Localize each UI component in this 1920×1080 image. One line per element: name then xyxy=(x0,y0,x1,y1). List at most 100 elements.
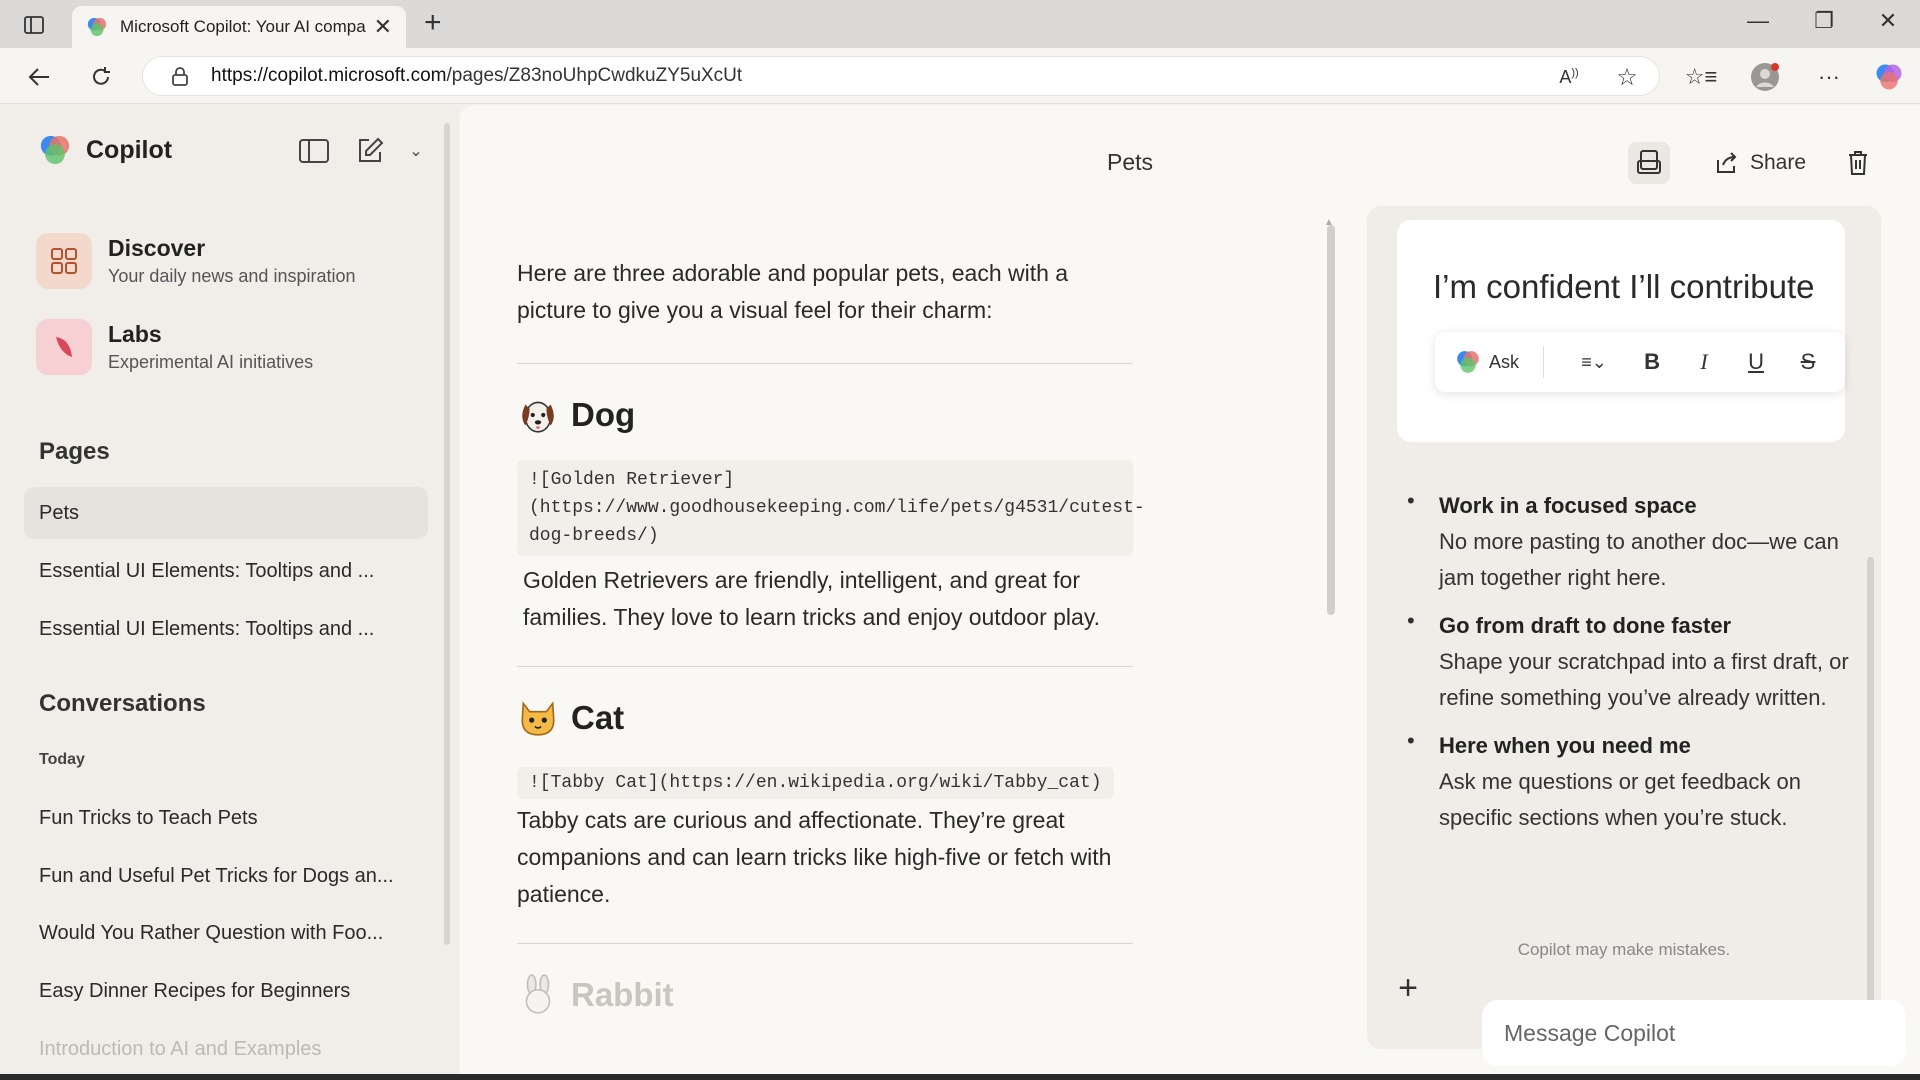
favorite-star-icon[interactable]: ☆ xyxy=(1610,60,1644,94)
cat-emoji-icon xyxy=(521,701,555,736)
bold-button[interactable]: B xyxy=(1632,342,1672,382)
divider xyxy=(517,363,1133,364)
url-field[interactable]: https://copilot.microsoft.com/pages/Z83n… xyxy=(142,56,1660,96)
browser-tab[interactable]: Microsoft Copilot: Your AI compa ✕ xyxy=(72,6,406,48)
dog-heading: Dog xyxy=(517,392,1133,438)
copilot-favicon-icon xyxy=(87,17,107,37)
share-button[interactable]: Share xyxy=(1710,142,1810,184)
italic-button[interactable]: I xyxy=(1684,342,1724,382)
tab-title: Microsoft Copilot: Your AI compa xyxy=(120,17,366,36)
minimize-icon[interactable]: — xyxy=(1738,8,1778,34)
restore-icon[interactable]: ❐ xyxy=(1804,8,1844,34)
new-tab-button[interactable]: + xyxy=(424,8,442,38)
labs-icon xyxy=(36,319,92,375)
message-input[interactable]: Message Copilot xyxy=(1482,1000,1906,1066)
back-icon[interactable] xyxy=(22,60,56,94)
divider xyxy=(517,666,1133,667)
page-title: Pets xyxy=(1106,149,1154,175)
address-bar-row: https://copilot.microsoft.com/pages/Z83n… xyxy=(0,48,1920,104)
read-aloud-icon[interactable]: A)) xyxy=(1552,60,1586,94)
main-content: Pets Share ▲ Here are three adorable and… xyxy=(460,105,1920,1080)
conversation-item[interactable]: Introduction to AI and Examples xyxy=(24,1023,428,1075)
chevron-down-icon[interactable]: ⌄ xyxy=(398,133,434,169)
bullet-description: Shape your scratchpad into a first draft… xyxy=(1439,649,1849,710)
disclaimer-text: Copilot may make mistakes. xyxy=(1517,940,1731,959)
tab-actions-icon[interactable] xyxy=(14,10,54,40)
cat-image-markdown: ![Tabby Cat](https://en.wikipedia.org/wi… xyxy=(517,767,1114,799)
rabbit-heading: Rabbit xyxy=(517,972,1133,1018)
bullet-title: Here when you need me xyxy=(1439,733,1691,758)
page-item-pets[interactable]: Pets xyxy=(24,487,428,539)
strikethrough-button[interactable]: S xyxy=(1788,342,1828,382)
copilot-mini-icon xyxy=(1457,351,1479,373)
toggle-sidebar-icon[interactable] xyxy=(296,133,332,169)
divider xyxy=(517,943,1133,944)
conversations-heading: Conversations xyxy=(39,690,206,717)
favorites-list-icon[interactable]: ☆≡ xyxy=(1684,60,1718,94)
cat-title: Cat xyxy=(571,699,625,736)
panel-scrollbar[interactable] xyxy=(1867,557,1874,1035)
browser-tab-bar: Microsoft Copilot: Your AI compa ✕ + — ❐… xyxy=(0,0,1920,48)
today-label: Today xyxy=(39,751,85,768)
discover-icon xyxy=(36,233,92,289)
share-icon xyxy=(1716,152,1737,173)
intro-paragraph: Here are three adorable and popular pets… xyxy=(517,260,1069,323)
bullet-title: Work in a focused space xyxy=(1439,493,1697,518)
dog-image-markdown: ![Golden Retriever](https://www.goodhous… xyxy=(517,460,1145,556)
feature-list: Work in a focused space No more pasting … xyxy=(1401,488,1861,848)
rabbit-emoji-icon xyxy=(525,974,551,1014)
taskbar-edge xyxy=(0,1074,1920,1080)
cat-heading: Cat xyxy=(517,695,1133,741)
discover-title: Discover xyxy=(108,235,206,261)
bullet-description: Ask me questions or get feedback on spec… xyxy=(1439,769,1801,830)
bullet-description: No more pasting to another doc—we can ja… xyxy=(1439,529,1839,590)
lock-icon xyxy=(172,67,188,86)
ask-button[interactable]: Ask xyxy=(1455,349,1519,375)
window-close-icon[interactable]: ✕ xyxy=(1868,8,1908,34)
copilot-sidebar-icon[interactable] xyxy=(1872,60,1906,94)
cat-paragraph: ![Tabby Cat](https://en.wikipedia.org/wi… xyxy=(517,761,1133,913)
page-export-icon[interactable] xyxy=(1628,142,1670,184)
list-item: Work in a focused space No more pasting … xyxy=(1401,488,1861,596)
pages-heading: Pages xyxy=(39,438,110,465)
editor-preview-text: I’m confident I’ll contribute xyxy=(1433,268,1815,305)
new-page-icon[interactable] xyxy=(352,133,388,169)
more-options-icon[interactable]: ··· xyxy=(1812,60,1846,94)
ask-label: Ask xyxy=(1489,351,1520,372)
rabbit-title: Rabbit xyxy=(571,976,674,1013)
editor-preview-card: I’m confident I’ll contribute Ask ≡⌄ B I… xyxy=(1397,220,1845,442)
conversation-item[interactable]: Would You Rather Question with Foo... xyxy=(24,907,428,959)
profile-avatar-icon[interactable] xyxy=(1748,60,1782,94)
page-item[interactable]: Essential UI Elements: Tooltips and ... xyxy=(24,545,428,597)
dog-title: Dog xyxy=(571,396,636,433)
share-label: Share xyxy=(1749,151,1807,174)
discover-subtitle: Your daily news and inspiration xyxy=(108,266,356,286)
document-body: Here are three adorable and popular pets… xyxy=(517,255,1145,1018)
page-item[interactable]: Essential UI Elements: Tooltips and ... xyxy=(24,603,428,655)
refresh-icon[interactable] xyxy=(84,60,118,94)
document-scrollbar[interactable] xyxy=(1327,225,1335,615)
conversation-item[interactable]: Fun Tricks to Teach Pets xyxy=(24,792,428,844)
toolbar-divider xyxy=(1543,346,1545,378)
copilot-panel: I’m confident I’ll contribute Ask ≡⌄ B I… xyxy=(1367,206,1881,1049)
paragraph-style-icon[interactable]: ≡⌄ xyxy=(1568,342,1620,382)
sidebar-scrollbar[interactable] xyxy=(444,123,450,945)
tab-close-icon[interactable]: ✕ xyxy=(374,14,392,40)
sidebar: Copilot ⌄ Discover Your daily news and i… xyxy=(0,105,458,1080)
conversation-item[interactable]: Fun and Useful Pet Tricks for Dogs an... xyxy=(24,850,428,902)
dog-emoji-icon xyxy=(522,401,554,433)
dog-description: Golden Retrievers are friendly, intellig… xyxy=(523,567,1100,630)
discover-item[interactable]: Discover Your daily news and inspiration xyxy=(36,233,356,289)
brand[interactable]: Copilot xyxy=(38,133,172,167)
conversation-item[interactable]: Easy Dinner Recipes for Beginners xyxy=(24,965,428,1017)
copilot-logo-icon xyxy=(40,135,70,165)
bullet-title: Go from draft to done faster xyxy=(1439,613,1732,638)
labs-title: Labs xyxy=(108,321,162,347)
delete-icon[interactable] xyxy=(1840,142,1876,184)
underline-button[interactable]: U xyxy=(1736,342,1776,382)
labs-subtitle: Experimental AI initiatives xyxy=(108,352,314,372)
brand-name: Copilot xyxy=(86,135,173,164)
cat-description: Tabby cats are curious and affectionate.… xyxy=(517,807,1112,907)
labs-item[interactable]: Labs Experimental AI initiatives xyxy=(36,319,313,375)
add-attachment-button[interactable]: + xyxy=(1388,971,1428,1005)
